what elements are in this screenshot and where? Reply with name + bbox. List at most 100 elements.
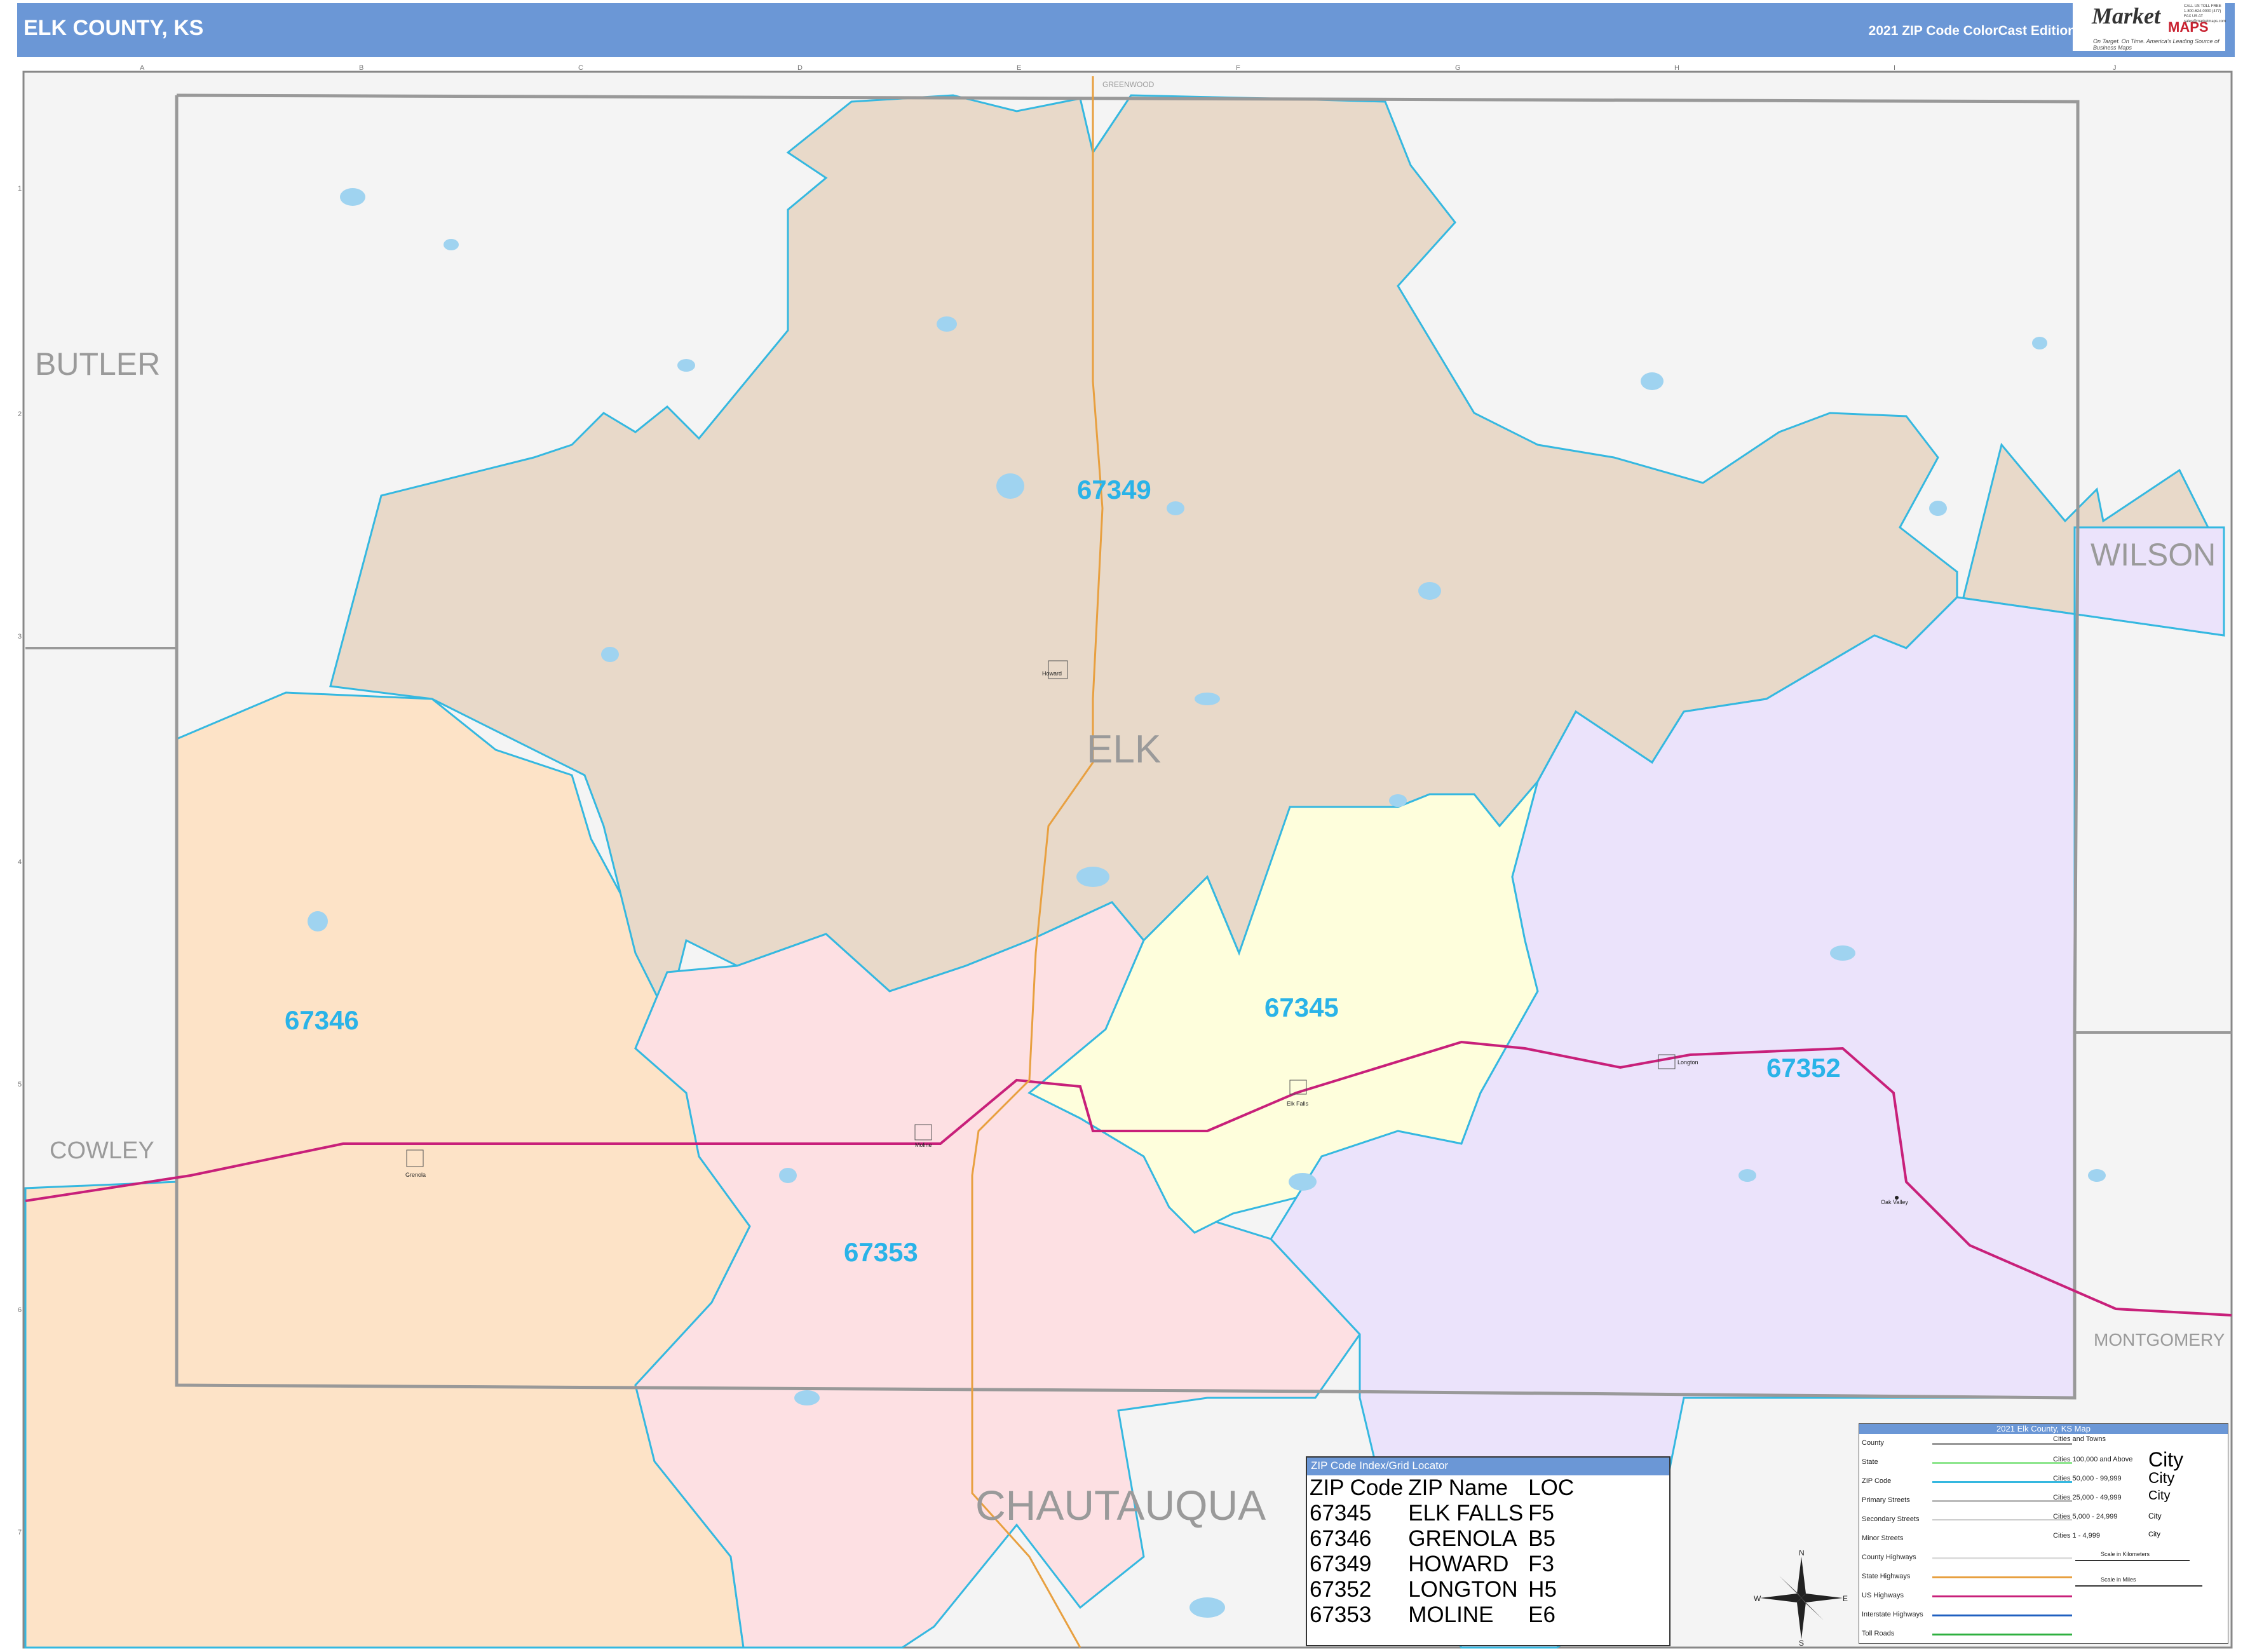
zip-label-67345[interactable]: 67345 bbox=[1264, 992, 1339, 1022]
city-label-howard: Howard bbox=[1042, 670, 1062, 677]
county-label-chautauqua: CHAUTAUQUA bbox=[975, 1482, 1266, 1529]
zip-index-table: ZIP Code Index/Grid Locator ZIP Code ZIP… bbox=[1306, 1456, 1671, 1646]
svg-text:H: H bbox=[1674, 64, 1679, 72]
svg-text:1: 1 bbox=[18, 185, 22, 193]
legend-city-tier: Cities 5,000 - 24,999 bbox=[2053, 1513, 2118, 1520]
legend-item: State Highways bbox=[1862, 1573, 1911, 1580]
table-row: 67349 HOWARD F3 bbox=[1310, 1552, 1579, 1577]
svg-text:F: F bbox=[1236, 64, 1240, 72]
svg-text:5: 5 bbox=[18, 1081, 22, 1088]
table-row: 67346 GRENOLA B5 bbox=[1310, 1526, 1579, 1552]
svg-text:7: 7 bbox=[18, 1529, 22, 1536]
scale-bar-mi bbox=[2075, 1585, 2202, 1587]
compass-w: W bbox=[1754, 1594, 1761, 1603]
table-row: 67345 ELK FALLS F5 bbox=[1310, 1501, 1579, 1526]
svg-text:B: B bbox=[359, 64, 363, 72]
zip-name-cell: HOWARD bbox=[1408, 1552, 1509, 1576]
legend-item: Interstate Highways bbox=[1862, 1611, 1923, 1618]
scale-bar-km bbox=[2075, 1560, 2190, 1561]
legend-item: Minor Streets bbox=[1862, 1534, 1904, 1542]
county-label-elk: ELK bbox=[1087, 728, 1161, 771]
svg-text:G: G bbox=[1455, 64, 1461, 72]
county-label-butler: BUTLER bbox=[35, 346, 160, 382]
grid-labels-left: 1 2 3 4 5 6 7 bbox=[18, 185, 22, 1536]
map-canvas[interactable]: Howard Moline Grenola Elk Falls Longton … bbox=[0, 0, 2250, 1652]
legend-line-zip bbox=[1932, 1481, 2072, 1483]
legend-scale-mi: Scale in Miles bbox=[2101, 1576, 2136, 1583]
zip-loc-cell: H5 bbox=[1528, 1577, 1557, 1602]
zip-table: ZIP Code ZIP Name LOC 67345 ELK FALLS F5… bbox=[1310, 1475, 1579, 1628]
zip-code-cell: 67352 bbox=[1310, 1577, 1372, 1602]
city-label-oak-valley: Oak Valley bbox=[1881, 1199, 1908, 1205]
compass-n: N bbox=[1799, 1550, 1805, 1557]
table-row: 67352 LONGTON H5 bbox=[1310, 1577, 1579, 1602]
legend-item: County Highways bbox=[1862, 1554, 1916, 1561]
zip-code-cell: 67353 bbox=[1310, 1602, 1372, 1627]
zip-loc-cell: E6 bbox=[1528, 1602, 1555, 1627]
svg-text:A: A bbox=[140, 64, 145, 72]
svg-text:6: 6 bbox=[18, 1306, 22, 1314]
legend-city-sample: City bbox=[2148, 1512, 2162, 1520]
svg-text:D: D bbox=[797, 64, 803, 72]
legend-city-tier: Cities 1 - 4,999 bbox=[2053, 1532, 2100, 1540]
legend-line-state-hwy bbox=[1932, 1576, 2072, 1578]
legend-item: Secondary Streets bbox=[1862, 1515, 1920, 1523]
zip-code-cell: 67345 bbox=[1310, 1501, 1372, 1526]
legend-city-sample: City bbox=[2148, 1489, 2171, 1503]
legend-scale-km: Scale in Kilometers bbox=[2101, 1551, 2150, 1557]
zip-name-cell: ELK FALLS bbox=[1408, 1501, 1524, 1526]
legend-city-tier: Cities 25,000 - 49,999 bbox=[2053, 1494, 2122, 1501]
legend-city-sample: City bbox=[2148, 1448, 2184, 1471]
zip-loc-cell: F5 bbox=[1528, 1501, 1555, 1526]
zip-label-67353[interactable]: 67353 bbox=[844, 1237, 918, 1267]
zip-code-cell: 67346 bbox=[1310, 1526, 1372, 1551]
legend-city-tier: Cities 100,000 and Above bbox=[2053, 1456, 2133, 1463]
svg-text:E: E bbox=[1017, 64, 1021, 72]
legend-line-state bbox=[1932, 1462, 2072, 1464]
city-label-grenola: Grenola bbox=[405, 1172, 426, 1178]
legend-line-county-hwy bbox=[1932, 1557, 2072, 1559]
legend-item: County bbox=[1862, 1439, 1884, 1447]
zip-name-cell: MOLINE bbox=[1408, 1602, 1494, 1627]
svg-text:2: 2 bbox=[18, 410, 22, 418]
legend-line-interstate bbox=[1932, 1615, 2072, 1616]
county-label-wilson: WILSON bbox=[2091, 537, 2216, 572]
legend-city-tier: Cities 50,000 - 99,999 bbox=[2053, 1475, 2122, 1482]
county-label-cowley: COWLEY bbox=[50, 1137, 154, 1164]
svg-text:3: 3 bbox=[18, 633, 22, 640]
compass-rose-icon: N S E W bbox=[1754, 1550, 1848, 1646]
zip-label-67352[interactable]: 67352 bbox=[1766, 1053, 1841, 1083]
county-label-montgomery: MONTGOMERY bbox=[2094, 1330, 2225, 1350]
legend-title: 2021 Elk County, KS Map bbox=[1859, 1424, 2228, 1434]
svg-text:J: J bbox=[2113, 64, 2117, 72]
compass-s: S bbox=[1799, 1639, 1804, 1646]
city-label-longton: Longton bbox=[1677, 1059, 1698, 1066]
county-label-greenwood: GREENWOOD bbox=[1102, 80, 1155, 89]
zip-index-title: ZIP Code Index/Grid Locator bbox=[1307, 1458, 1669, 1475]
legend-item: Primary Streets bbox=[1862, 1496, 1910, 1504]
legend-line-primary bbox=[1932, 1500, 2072, 1502]
zip-code-cell: 67349 bbox=[1310, 1552, 1372, 1576]
zip-label-67346[interactable]: 67346 bbox=[285, 1005, 359, 1035]
legend-item: Toll Roads bbox=[1862, 1630, 1895, 1637]
compass-e: E bbox=[1843, 1594, 1848, 1603]
legend-cities-title: Cities and Towns bbox=[2053, 1435, 2106, 1443]
svg-text:C: C bbox=[578, 64, 583, 72]
legend-city-sample: City bbox=[2148, 1470, 2175, 1487]
legend-line-secondary bbox=[1932, 1519, 2072, 1520]
legend-line-toll bbox=[1932, 1634, 2072, 1635]
zip-loc-cell: B5 bbox=[1528, 1526, 1555, 1551]
legend-line-us-hwy bbox=[1932, 1595, 2072, 1597]
zip-header-code: ZIP Code bbox=[1310, 1475, 1404, 1500]
zip-name-cell: LONGTON bbox=[1408, 1577, 1518, 1602]
zip-header-loc: LOC bbox=[1528, 1475, 1575, 1500]
grid-labels-top: A B C D E F G H I J bbox=[140, 64, 2117, 72]
legend-line-county bbox=[1932, 1443, 2072, 1445]
svg-text:I: I bbox=[1894, 64, 1895, 72]
svg-text:4: 4 bbox=[18, 858, 22, 866]
zip-name-cell: GRENOLA bbox=[1408, 1526, 1517, 1551]
zip-header-name: ZIP Name bbox=[1408, 1475, 1508, 1500]
city-label-moline: Moline bbox=[915, 1142, 932, 1148]
city-label-elk-falls: Elk Falls bbox=[1287, 1100, 1309, 1107]
zip-label-67349[interactable]: 67349 bbox=[1077, 475, 1151, 504]
